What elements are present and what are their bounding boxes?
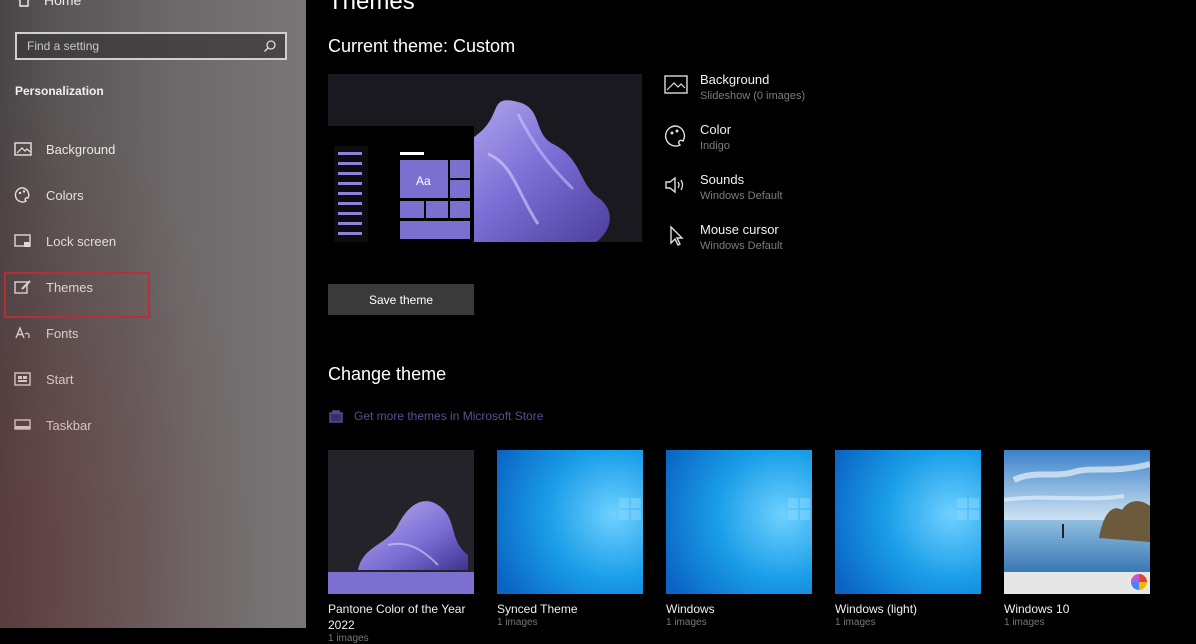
property-value: Windows Default: [700, 240, 783, 252]
lock-screen-icon: [14, 232, 32, 250]
theme-thumbnail: [835, 450, 981, 594]
theme-thumbnail: [666, 450, 812, 594]
sidebar-item-label: Fonts: [46, 325, 79, 341]
sidebar-item-label: Taskbar: [46, 417, 92, 433]
theme-thumbnail: [1004, 450, 1150, 594]
property-background[interactable]: Background Slideshow (0 images): [664, 72, 805, 122]
sidebar-item-colors[interactable]: Colors: [0, 172, 306, 218]
home-icon: [18, 0, 30, 7]
sidebar-item-label: Background: [46, 141, 116, 157]
mouse-cursor-icon: [664, 224, 688, 248]
property-value: Slideshow (0 images): [700, 90, 806, 102]
theme-thumbnail: [497, 450, 643, 594]
themes-icon: [14, 278, 32, 296]
property-value: Windows Default: [700, 190, 783, 202]
search-input[interactable]: [25, 38, 249, 54]
theme-name: Windows 10: [1004, 602, 1070, 616]
image-icon: [14, 140, 32, 158]
theme-properties: Background Slideshow (0 images) Color Indi…: [664, 72, 805, 272]
save-theme-button[interactable]: Save theme: [328, 284, 474, 315]
fonts-icon: [14, 324, 32, 342]
theme-thumbnail: [328, 450, 474, 594]
theme-count: 1 images: [328, 633, 369, 644]
sidebar-item-themes[interactable]: Themes: [0, 264, 306, 318]
sidebar-item-background[interactable]: Background: [0, 126, 306, 172]
property-label: Background: [700, 72, 770, 87]
change-theme-title: Change theme: [328, 364, 447, 384]
property-mouse-cursor[interactable]: Mouse cursor Windows Default: [664, 222, 805, 272]
color-icon: [664, 124, 688, 148]
theme-count: 1 images: [835, 617, 876, 628]
theme-count: 1 images: [497, 617, 538, 628]
property-label: Sounds: [700, 172, 745, 187]
theme-tile-windows[interactable]: Windows 1 images: [666, 450, 812, 644]
theme-tile-windows-light[interactable]: Windows (light) 1 images: [835, 450, 981, 644]
preview-tile-text: Aa: [416, 174, 431, 188]
property-label: Mouse cursor: [700, 222, 779, 237]
sidebar-item-lock-screen[interactable]: Lock screen: [0, 218, 306, 264]
themes-page: Themes Current theme: Custom Aa Backgrou…: [306, 0, 1196, 644]
property-sounds[interactable]: Sounds Windows Default: [664, 172, 805, 222]
start-icon: [14, 370, 32, 388]
home-nav-item[interactable]: Home: [16, 0, 81, 8]
property-value: Indigo: [700, 140, 730, 152]
store-link[interactable]: Get more themes in Microsoft Store: [328, 408, 543, 424]
palette-icon: [14, 186, 32, 204]
sidebar-item-label: Colors: [46, 187, 84, 203]
current-theme-title: Current theme: Custom: [328, 36, 516, 56]
sidebar-item-label: Themes: [46, 279, 93, 295]
sidebar-item-start[interactable]: Start: [0, 356, 306, 402]
theme-gallery: Pantone Color of the Year 2022 1 images …: [328, 450, 1150, 644]
theme-name: Windows: [666, 602, 715, 616]
theme-name: Pantone Color of the Year 2022: [328, 602, 466, 632]
sidebar-item-label: Lock screen: [46, 233, 117, 249]
store-icon: [329, 410, 343, 423]
settings-sidebar: Home Personalization Background Colors L…: [0, 0, 306, 628]
page-title: Themes: [328, 0, 415, 15]
theme-tile-synced[interactable]: Synced Theme 1 images: [497, 450, 643, 644]
taskbar-icon: [14, 416, 32, 434]
home-label: Home: [44, 0, 82, 8]
theme-name: Windows (light): [835, 602, 918, 616]
background-icon: [664, 74, 688, 98]
store-link-text: Get more themes in Microsoft Store: [354, 409, 544, 423]
theme-preview-image: Aa: [328, 74, 642, 242]
sidebar-item-taskbar[interactable]: Taskbar: [0, 402, 306, 448]
section-title: Personalization: [15, 84, 104, 98]
theme-name: Synced Theme: [497, 602, 578, 616]
property-label: Color: [700, 122, 732, 137]
sounds-icon: [664, 174, 688, 198]
sidebar-item-label: Start: [46, 371, 74, 387]
current-theme-preview: Aa: [328, 74, 642, 242]
theme-tile-windows-10[interactable]: Windows 10 1 images: [1004, 450, 1150, 644]
search-box[interactable]: [15, 32, 287, 60]
search-icon: [264, 40, 276, 52]
sidebar-item-fonts[interactable]: Fonts: [0, 310, 306, 356]
sidebar-nav: Background Colors Lock screen Themes Fon…: [0, 126, 306, 448]
theme-count: 1 images: [1004, 617, 1045, 628]
property-color[interactable]: Color Indigo: [664, 122, 805, 172]
theme-tile-pantone[interactable]: Pantone Color of the Year 2022 1 images: [328, 450, 474, 644]
theme-count: 1 images: [666, 617, 707, 628]
